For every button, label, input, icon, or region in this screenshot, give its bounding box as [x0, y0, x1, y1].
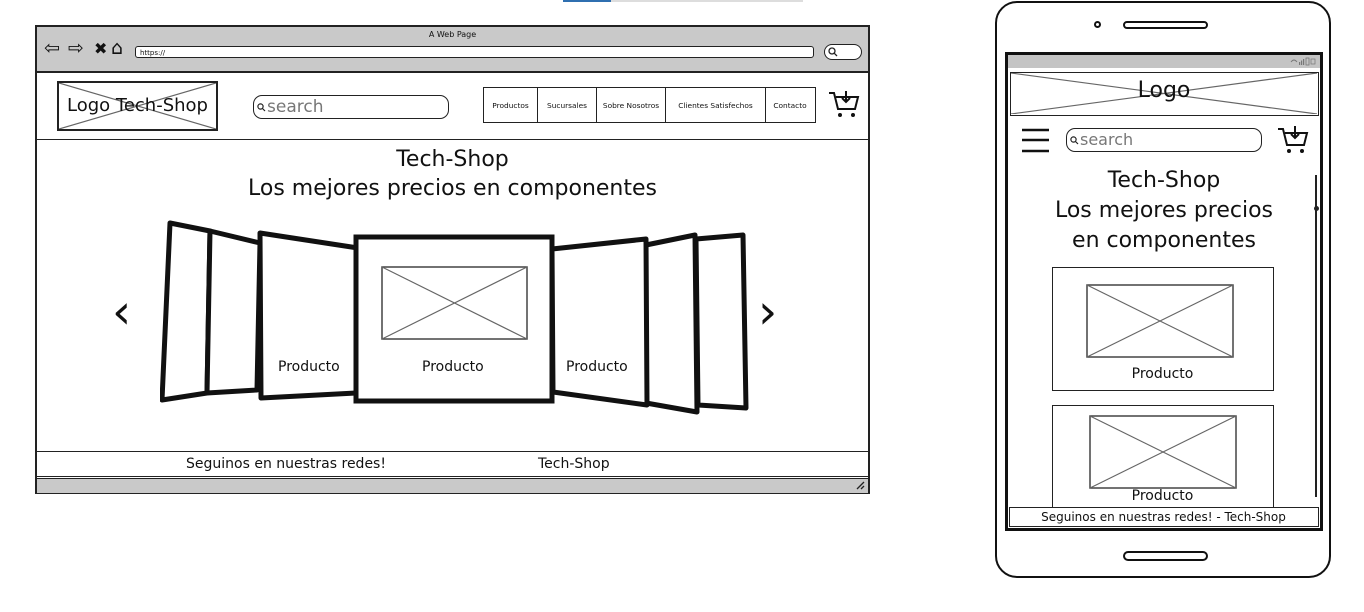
- chevron-right-icon[interactable]: ›: [758, 288, 777, 336]
- phone-home-button[interactable]: [1123, 551, 1208, 561]
- mobile-search-input[interactable]: search: [1066, 128, 1262, 152]
- forward-arrow-icon[interactable]: ⇨: [68, 38, 84, 58]
- chevron-left-icon[interactable]: ‹: [112, 288, 131, 336]
- signal-battery-icon: [1290, 57, 1316, 66]
- search-icon: [1070, 136, 1079, 145]
- hamburger-menu-icon[interactable]: [1021, 127, 1051, 155]
- phone-status-bar: [1008, 55, 1320, 68]
- phone-speaker: [1123, 21, 1208, 29]
- phone-screen: Logo search Tech-Shop Los mejores precio…: [1005, 52, 1323, 531]
- desktop-browser-mockup: A Web Page ⇦ ⇨ ✖ ⌂ https:// Logo Tech-Sh…: [35, 25, 870, 494]
- search-icon: [828, 47, 838, 57]
- cart-icon[interactable]: [828, 89, 860, 119]
- browser-title: A Web Page: [428, 30, 477, 39]
- search-placeholder: search: [267, 97, 324, 117]
- mobile-hero-subtitle-line2: en componentes: [1072, 228, 1256, 253]
- browser-toolbar: A Web Page ⇦ ⇨ ✖ ⌂ https://: [37, 27, 868, 73]
- mobile-phone-mockup: Logo search Tech-Shop Los mejores precio…: [995, 1, 1331, 578]
- footer-social-text[interactable]: Seguinos en nuestras redes!: [186, 456, 386, 472]
- main-nav: Productos Sucursales Sobre Nosotros Clie…: [483, 87, 816, 123]
- mobile-logo-placeholder[interactable]: Logo: [1010, 72, 1319, 116]
- carousel-item-right-label[interactable]: Producto: [566, 359, 628, 375]
- logo-placeholder[interactable]: Logo Tech-Shop: [57, 81, 218, 131]
- logo-text: Logo Tech-Shop: [67, 95, 208, 116]
- search-input[interactable]: search: [253, 95, 449, 119]
- mobile-cart-icon[interactable]: [1277, 124, 1309, 156]
- image-placeholder-icon: [1086, 284, 1234, 358]
- nav-item-sobre-nosotros[interactable]: Sobre Nosotros: [597, 88, 666, 122]
- mobile-logo-text: Logo: [1137, 78, 1191, 103]
- site-header: Logo Tech-Shop search Productos Sucursal…: [37, 73, 868, 140]
- image-placeholder-icon: [1089, 415, 1237, 489]
- stop-icon[interactable]: ✖: [94, 39, 107, 59]
- product-carousel: ‹ › Producto Producto Producto: [112, 215, 792, 415]
- mobile-hero-subtitle-line1: Los mejores precios: [1054, 198, 1274, 223]
- resize-grip-icon[interactable]: [855, 480, 865, 490]
- phone-camera: [1094, 21, 1101, 28]
- mobile-search-placeholder: search: [1080, 130, 1134, 149]
- carousel-item-center-label[interactable]: Producto: [422, 359, 484, 375]
- browser-status-bar: [37, 478, 868, 493]
- scrollbar[interactable]: [1315, 175, 1317, 497]
- url-bar[interactable]: https://: [135, 46, 814, 58]
- mobile-footer: Seguinos en nuestras redes! - Tech-Shop: [1009, 507, 1319, 527]
- top-divider-accent: [563, 0, 611, 2]
- mobile-product-label: Producto: [1131, 488, 1194, 504]
- mobile-hero-title: Tech-Shop: [1107, 168, 1221, 193]
- nav-item-productos[interactable]: Productos: [484, 88, 538, 122]
- back-arrow-icon[interactable]: ⇦: [44, 38, 60, 58]
- hero-subtitle: Los mejores precios en componentes: [248, 176, 657, 201]
- browser-search-button[interactable]: [824, 44, 862, 60]
- carousel-item-left-label[interactable]: Producto: [278, 359, 340, 375]
- mobile-product-card[interactable]: Producto: [1052, 267, 1274, 391]
- nav-item-sucursales[interactable]: Sucursales: [538, 88, 597, 122]
- carousel-cards: [160, 220, 749, 415]
- footer-brand: Tech-Shop: [538, 456, 610, 472]
- mobile-product-card[interactable]: Producto: [1052, 405, 1274, 513]
- mobile-footer-text[interactable]: Seguinos en nuestras redes! - Tech-Shop: [1010, 510, 1317, 524]
- hero-title: Tech-Shop: [396, 147, 509, 172]
- mobile-product-label: Producto: [1131, 366, 1194, 382]
- nav-item-clientes-satisfechos[interactable]: Clientes Satisfechos: [666, 88, 766, 122]
- nav-item-contacto[interactable]: Contacto: [766, 88, 814, 122]
- search-icon: [257, 103, 266, 112]
- site-footer: Seguinos en nuestras redes! Tech-Shop: [37, 451, 868, 477]
- home-icon[interactable]: ⌂: [111, 38, 123, 58]
- scrollbar-thumb[interactable]: [1314, 206, 1319, 211]
